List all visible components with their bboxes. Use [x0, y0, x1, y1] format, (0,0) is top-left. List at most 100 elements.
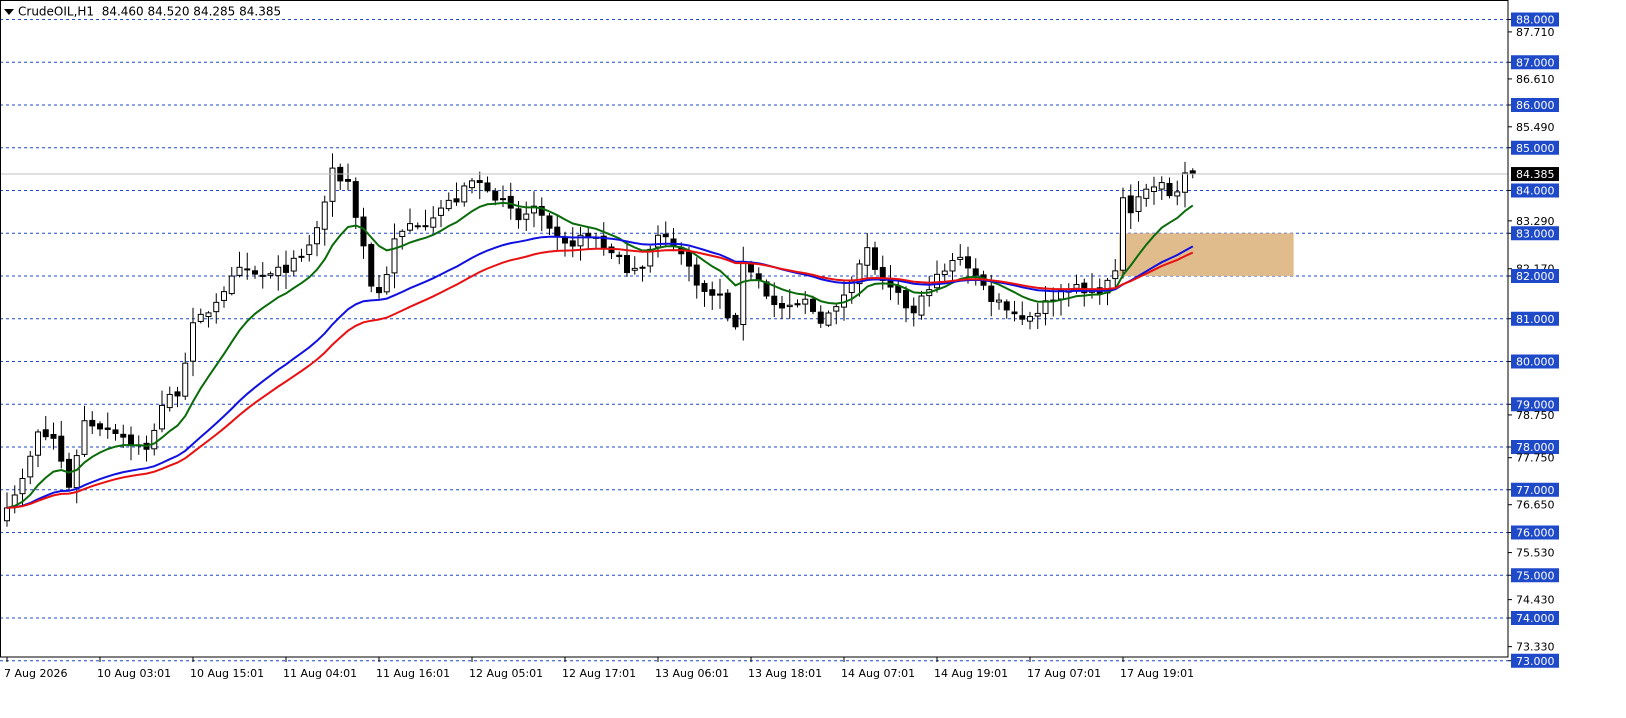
- y-tick-label: 75.530: [1516, 547, 1555, 560]
- candle[interactable]: [825, 310, 832, 327]
- candle-body-bull: [228, 275, 235, 295]
- candle-body-bear: [724, 292, 731, 319]
- x-tick-label: 11 Aug 16:01: [376, 667, 450, 680]
- support-zone: [1119, 233, 1294, 276]
- candle-body-bull: [1120, 197, 1126, 271]
- y-tick-label: 77.000: [1516, 484, 1555, 497]
- y-tick-label: 73.000: [1516, 655, 1555, 668]
- candle-body-bear: [794, 303, 801, 306]
- candle-body-bull: [321, 201, 328, 230]
- candle-body-bear: [500, 198, 506, 201]
- candle-body-bear: [616, 254, 623, 258]
- candle-body-bear: [1127, 195, 1134, 214]
- y-tick-label: 84.000: [1516, 185, 1555, 198]
- candle[interactable]: [1120, 187, 1126, 279]
- candle-body-bull: [934, 273, 940, 289]
- candle-body-bull: [213, 301, 220, 313]
- y-tick-label: 82.000: [1516, 270, 1555, 283]
- candle-body-bear: [1003, 301, 1010, 311]
- x-tick-label: 12 Aug 05:01: [469, 667, 543, 680]
- current-price-label: 84.385: [1516, 168, 1555, 181]
- candle-body-bull: [290, 257, 297, 272]
- y-tick-label: 73.330: [1516, 641, 1555, 654]
- candle-body-bear: [1019, 315, 1026, 320]
- candle-body-bull: [205, 312, 212, 318]
- x-tick-label: 13 Aug 18:01: [748, 667, 822, 680]
- candle-body-bull: [957, 256, 964, 260]
- candle-body-bull: [383, 274, 390, 293]
- y-tick-label: 78.750: [1516, 409, 1555, 422]
- candle-body-bear: [492, 190, 499, 201]
- candle-body-bear: [717, 293, 723, 296]
- candle-body-bull: [197, 313, 204, 322]
- y-tick-label: 86.000: [1516, 99, 1555, 112]
- x-tick-label: 17 Aug 07:01: [1027, 667, 1101, 680]
- candle-body-bull: [655, 234, 661, 248]
- candle-body-bear: [174, 391, 181, 397]
- candle-body-bull: [4, 507, 10, 522]
- x-tick-label: 14 Aug 19:01: [934, 667, 1008, 680]
- x-tick-label: 12 Aug 17:01: [562, 667, 636, 680]
- candle-body-bear: [903, 289, 909, 309]
- candle-body-bull: [81, 420, 88, 455]
- candle-body-bear: [569, 240, 576, 247]
- candle-body-bull: [159, 404, 165, 430]
- candle-body-bear: [546, 215, 553, 229]
- y-tick-label: 75.000: [1516, 569, 1555, 582]
- symbol-timeframe: CrudeOIL,H1: [18, 4, 95, 19]
- candle-body-bear: [872, 247, 878, 270]
- candle-body-bull: [1042, 300, 1049, 314]
- x-tick-label: 10 Aug 15:01: [190, 667, 264, 680]
- candle-body-bull: [1034, 312, 1041, 317]
- y-tick-label: 88.000: [1516, 14, 1555, 27]
- chart-header: CrudeOIL,H1 84.460 84.520 84.285 84.385: [4, 4, 281, 19]
- candle-body-bear: [515, 208, 522, 221]
- y-tick-label: 83.290: [1516, 215, 1555, 228]
- candle-body-bull: [1151, 186, 1157, 193]
- candle[interactable]: [732, 312, 739, 330]
- y-tick-label: 81.000: [1516, 313, 1555, 326]
- candle-body-bull: [438, 207, 444, 216]
- candle-body-bull: [461, 185, 468, 203]
- candle-body-bull: [833, 306, 840, 312]
- candle-body-bull: [166, 393, 173, 409]
- candle-body-bull: [445, 199, 452, 210]
- candle[interactable]: [368, 242, 375, 293]
- y-tick-label: 85.490: [1516, 121, 1555, 134]
- candle-body-bull: [1027, 316, 1033, 322]
- candle-body-bull: [236, 266, 243, 276]
- candle-body-bull: [949, 259, 956, 272]
- candle-body-bull: [1112, 270, 1119, 280]
- candle-body-bear: [817, 311, 824, 324]
- candle-body-bear: [693, 264, 700, 286]
- y-tick-label: 85.000: [1516, 142, 1555, 155]
- candle-body-bull: [267, 273, 274, 276]
- candle-body-bull: [1174, 191, 1181, 197]
- candle-body-bear: [112, 429, 119, 434]
- candle-body-bull: [631, 267, 638, 271]
- candle-body-bull: [996, 299, 1002, 303]
- candle-body-bull: [864, 247, 871, 266]
- candle-body-bear: [507, 195, 514, 209]
- y-tick-label: 86.610: [1516, 73, 1555, 86]
- chart-window[interactable]: 88.000 87.710 87.000 86.610 86.000 85.490 85.0…: [0, 0, 1626, 714]
- candle-body-bear: [104, 427, 111, 430]
- dropdown-triangle-icon[interactable]: [4, 8, 14, 15]
- x-tick-label: 13 Aug 06:01: [655, 667, 729, 680]
- price-chart[interactable]: 88.00087.710 87.000 86.610 86.000 85.490 85.0…: [0, 0, 1626, 714]
- candle-body-bear: [97, 423, 103, 430]
- candle-body-bull: [221, 291, 227, 301]
- candle-body-bull: [27, 455, 34, 478]
- candle-body-bull: [430, 217, 437, 228]
- candle-body-bear: [50, 433, 57, 439]
- candle-body-bear: [771, 295, 778, 306]
- candle-body-bull: [1158, 182, 1165, 190]
- x-tick-label: 17 Aug 19:01: [1120, 667, 1194, 680]
- candle-body-bear: [732, 314, 739, 328]
- zone-rectangle[interactable]: [1119, 233, 1294, 276]
- y-tick-label: 76.000: [1516, 527, 1555, 540]
- candle-body-bear: [252, 270, 258, 275]
- candle-body-bear: [972, 268, 979, 276]
- candle[interactable]: [724, 289, 731, 322]
- candle-body-bull: [151, 429, 158, 450]
